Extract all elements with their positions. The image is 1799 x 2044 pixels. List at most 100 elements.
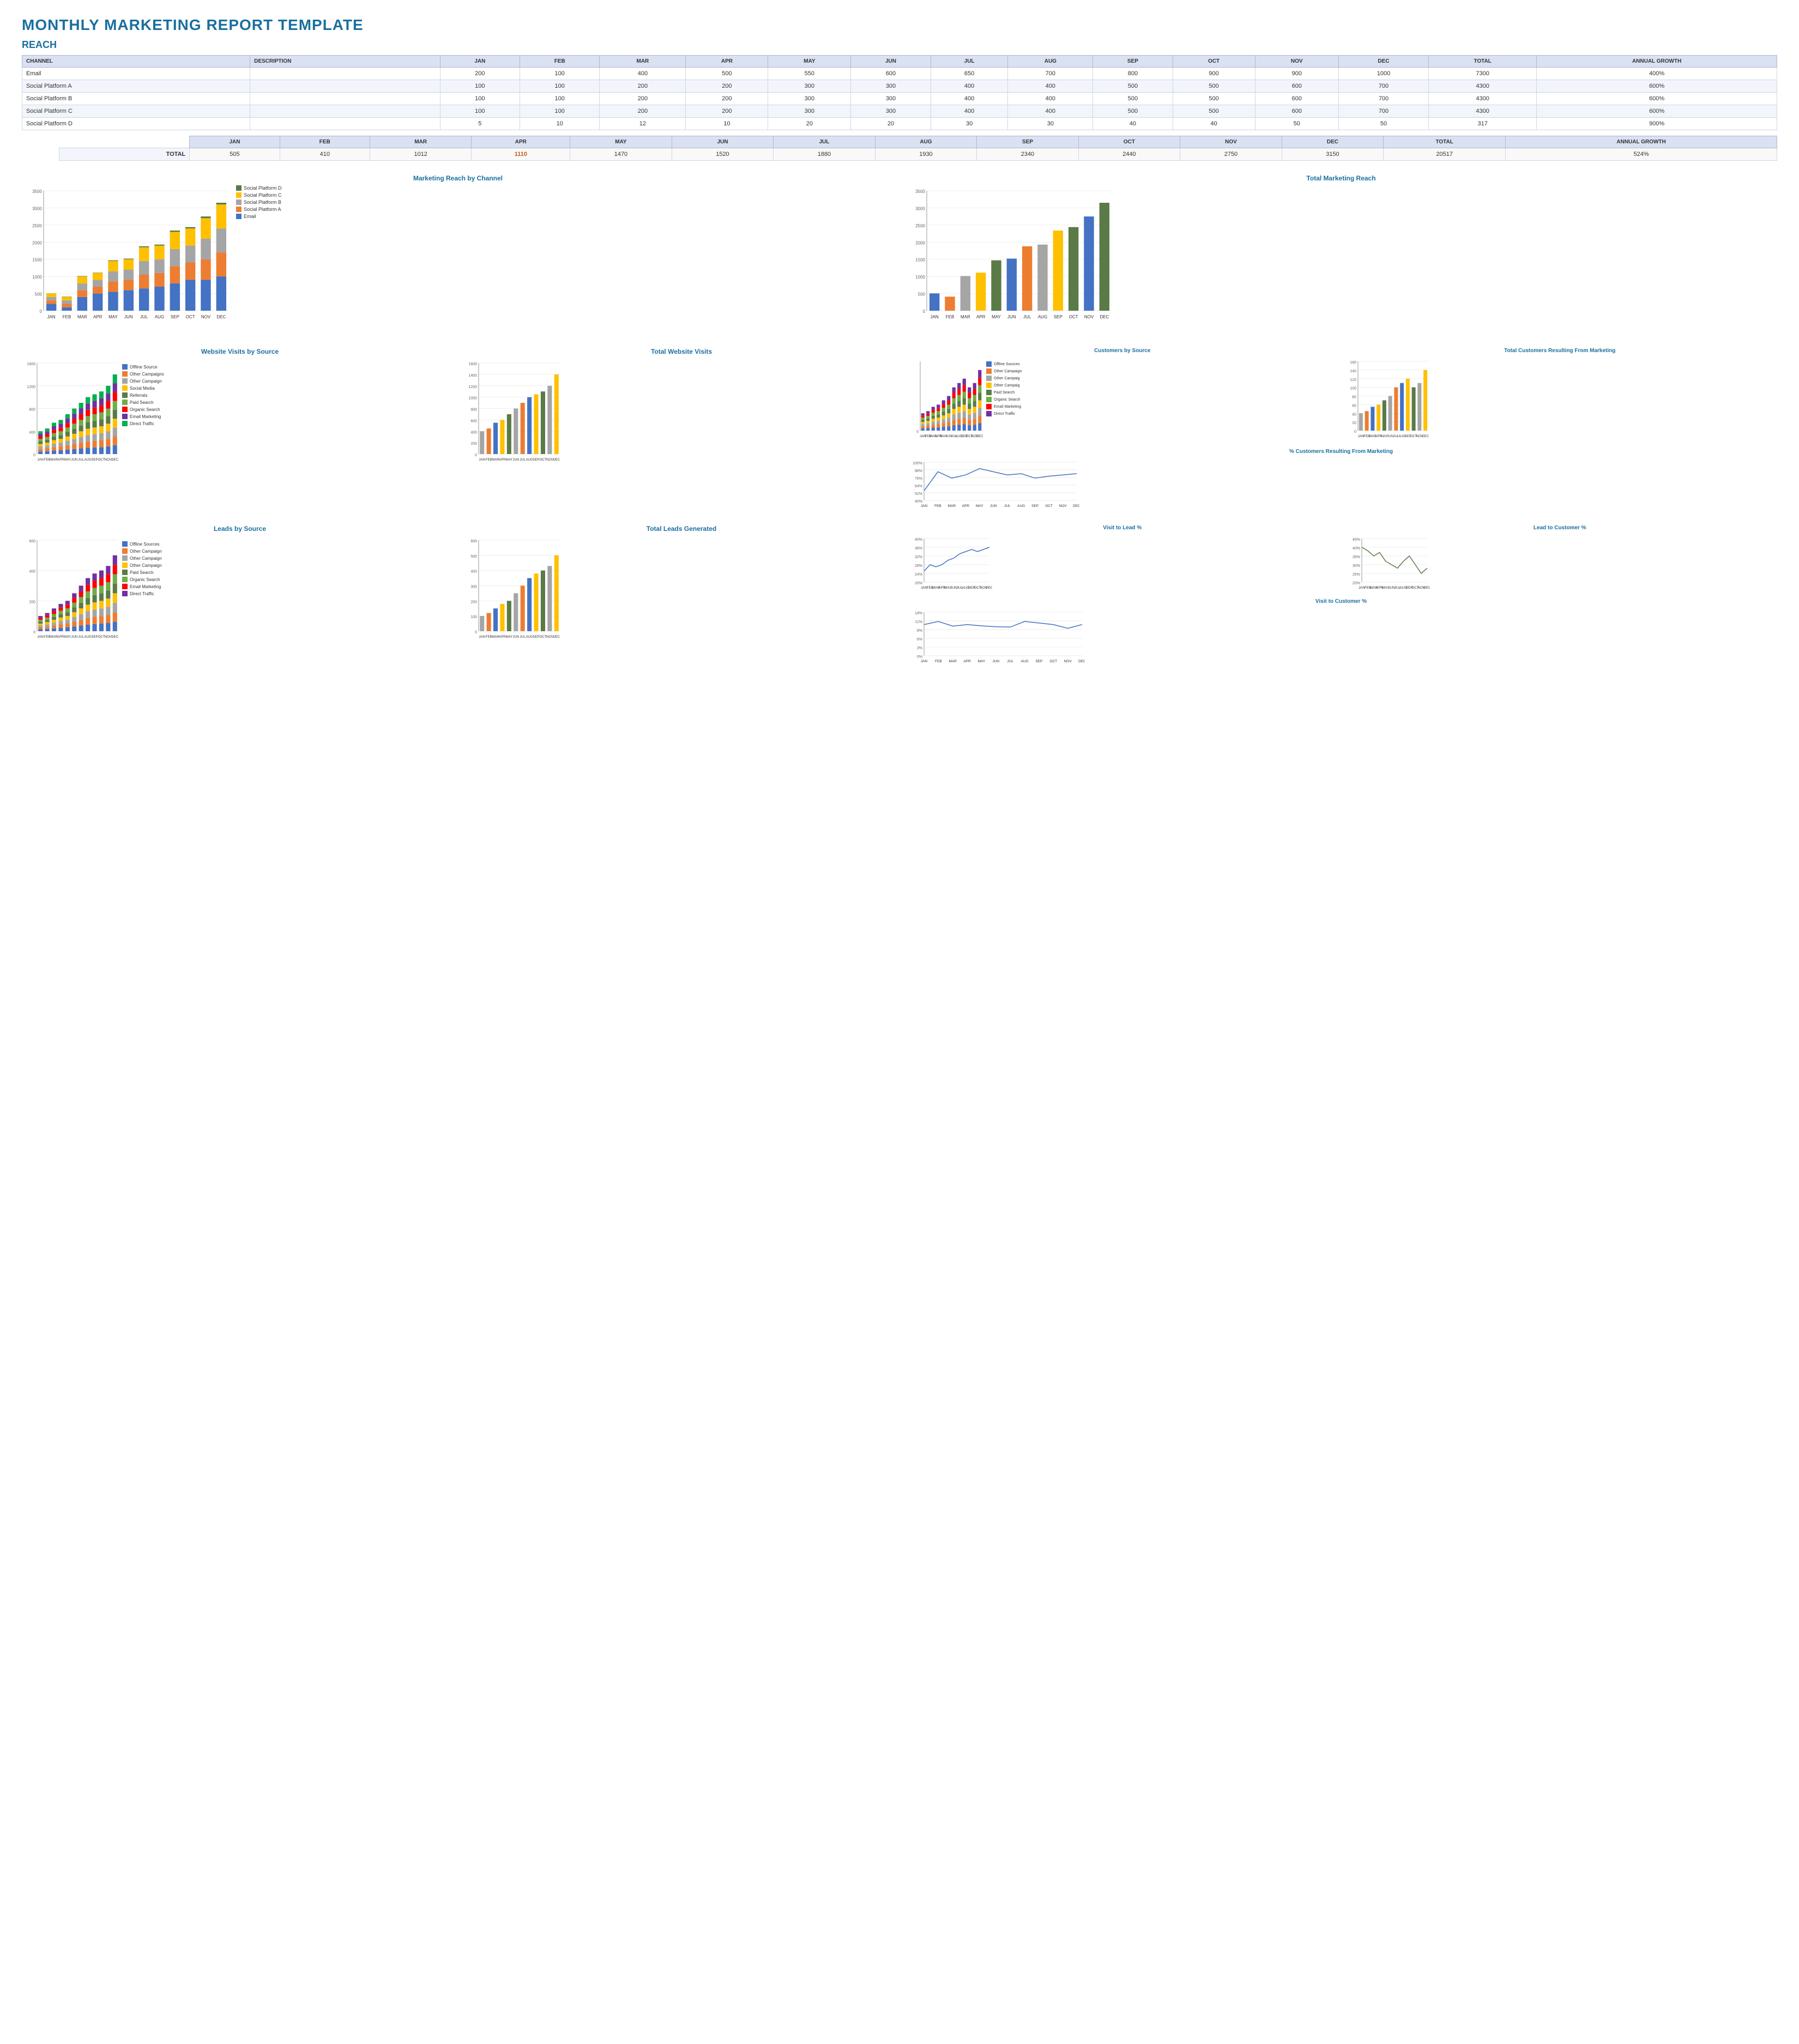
svg-text:45%: 45%	[1352, 538, 1360, 542]
svg-text:APR: APR	[57, 636, 64, 639]
legend-item: Email Marketing	[122, 584, 162, 589]
svg-text:FEB: FEB	[44, 458, 51, 462]
reach-cell: 200	[686, 80, 768, 93]
svg-text:NOV: NOV	[546, 636, 553, 639]
pct-customers-section: % Customers Resulting From Marketing 40%…	[905, 449, 1777, 514]
svg-text:OCT: OCT	[1069, 315, 1078, 319]
legend-item: Referrals	[122, 392, 164, 398]
legend-item: Organic Search	[122, 407, 164, 412]
svg-text:JUL: JUL	[520, 636, 526, 639]
svg-text:APR: APR	[499, 636, 506, 639]
total-cell: 505	[190, 148, 280, 161]
legend-item: Email	[236, 214, 282, 219]
svg-text:200: 200	[29, 600, 35, 604]
reach-cell: 30	[1008, 118, 1093, 130]
reach-cell: 600	[1255, 105, 1338, 118]
legend-item: Social Platform B	[236, 199, 282, 205]
reach-cell: 300	[851, 80, 931, 93]
svg-text:400: 400	[470, 431, 477, 434]
reach-cell: Email	[22, 68, 250, 80]
svg-text:JAN: JAN	[931, 315, 939, 319]
svg-text:14%: 14%	[915, 612, 922, 615]
reach-cell: 300	[768, 105, 851, 118]
svg-text:JUN: JUN	[71, 458, 77, 462]
svg-text:JUN: JUN	[992, 660, 999, 663]
reach-cell: Social Platform A	[22, 80, 250, 93]
svg-text:1000: 1000	[468, 397, 477, 401]
reach-cell: 300	[851, 105, 931, 118]
col-feb: FEB	[520, 56, 600, 68]
legend-item: Other Campaign	[122, 555, 162, 561]
reach-cell: 200	[600, 93, 686, 105]
total-cell: 1930	[875, 148, 977, 161]
reach-cell: Social Platform B	[22, 93, 250, 105]
website-customers-row: Website Visits by Source 040080012001600…	[22, 348, 1777, 514]
totals-table: JAN FEB MAR APR MAY JUN JUL AUG SEP OCT …	[22, 136, 1777, 161]
svg-text:52%: 52%	[915, 492, 922, 496]
svg-text:MAR: MAR	[961, 315, 970, 319]
cust-source-svg: 0JANFEBMARAPRMAYJUNJULAUGSEPOCTNOVDEC	[905, 357, 984, 444]
svg-text:OCT: OCT	[540, 636, 547, 639]
svg-text:28%: 28%	[915, 564, 922, 568]
svg-text:FEB: FEB	[63, 315, 71, 319]
svg-text:200: 200	[470, 442, 477, 446]
svg-text:OCT: OCT	[540, 458, 547, 462]
reach-cell: 100	[440, 105, 520, 118]
reach-cell: 200	[686, 105, 768, 118]
col-jun: JUN	[851, 56, 931, 68]
svg-text:MAR: MAR	[948, 504, 956, 508]
reach-by-channel-title: Marketing Reach by Channel	[25, 174, 891, 182]
svg-text:100%: 100%	[913, 462, 922, 465]
reach-cell: 300	[768, 93, 851, 105]
svg-text:JUN: JUN	[124, 315, 133, 319]
svg-text:JUN: JUN	[512, 636, 519, 639]
reach-cell: 40	[1093, 118, 1173, 130]
reach-cell: 100	[440, 80, 520, 93]
svg-text:NOV: NOV	[1059, 504, 1067, 508]
legend-item: Email Marketing	[986, 404, 1022, 409]
svg-text:MAR: MAR	[50, 458, 58, 462]
lead-customer-title: Lead to Customer %	[1343, 525, 1778, 531]
svg-text:SEP: SEP	[533, 636, 540, 639]
total-cell: 1470	[570, 148, 672, 161]
svg-text:88%: 88%	[915, 469, 922, 473]
reach-cell: 500	[1093, 80, 1173, 93]
leads-source-title: Leads by Source	[22, 525, 458, 533]
svg-text:JUL: JUL	[1023, 315, 1031, 319]
col-mar: MAR	[600, 56, 686, 68]
svg-text:APR: APR	[962, 504, 970, 508]
total-cell: 2750	[1180, 148, 1282, 161]
reach-cell: 100	[440, 93, 520, 105]
wv-source-legend: Offline SourceOther CampaignsOther Campa…	[122, 364, 164, 426]
page-title: MONTHLY MARKETING REPORT TEMPLATE	[22, 16, 1777, 34]
reach-cell: 500	[1093, 93, 1173, 105]
reach-cell: 200	[440, 68, 520, 80]
reach-cell: 7300	[1429, 68, 1537, 80]
svg-text:120: 120	[1350, 378, 1356, 382]
svg-text:FEB: FEB	[486, 636, 492, 639]
svg-text:160: 160	[1350, 361, 1356, 365]
svg-text:JUN: JUN	[1387, 435, 1393, 438]
col-total: TOTAL	[1429, 56, 1537, 68]
reach-table: CHANNEL DESCRIPTION JAN FEB MAR APR MAY …	[22, 55, 1777, 130]
legend-item: Other Campaig	[986, 376, 1022, 381]
svg-text:JUL: JUL	[1004, 504, 1011, 508]
reach-cell: 700	[1338, 80, 1428, 93]
svg-text:NOV: NOV	[105, 458, 112, 462]
svg-text:1200: 1200	[468, 385, 477, 389]
svg-text:200: 200	[470, 600, 477, 604]
col-jan: JAN	[440, 56, 520, 68]
svg-text:OCT: OCT	[1045, 504, 1053, 508]
reach-by-channel-chart: Marketing Reach by Channel 0500100015002…	[22, 172, 894, 331]
reach-cell: Social Platform D	[22, 118, 250, 130]
legend-item: Other Campaign	[986, 368, 1022, 374]
reach-cell	[250, 68, 440, 80]
svg-text:24%: 24%	[915, 573, 922, 577]
reach-cell: 4300	[1429, 105, 1537, 118]
svg-text:6%: 6%	[917, 638, 922, 642]
reach-cell	[250, 118, 440, 130]
svg-text:JAN: JAN	[38, 458, 44, 462]
reach-cell: 600	[1255, 80, 1338, 93]
svg-text:3000: 3000	[32, 206, 42, 211]
svg-text:0%: 0%	[917, 655, 922, 659]
